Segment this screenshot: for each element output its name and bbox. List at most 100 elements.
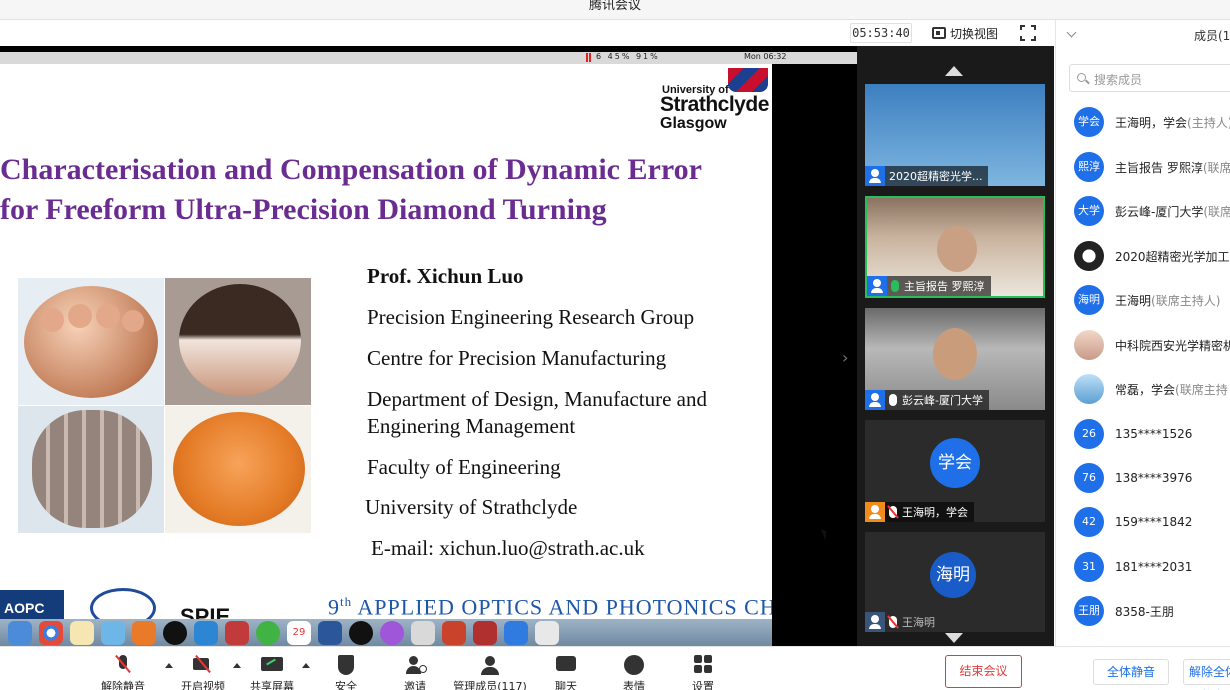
chrome-icon [39, 621, 63, 645]
member-row[interactable]: 王朋 8358-王朋 [1074, 595, 1174, 627]
member-row[interactable]: 中科院西安光学精密机 [1074, 329, 1230, 361]
user-icon [867, 276, 887, 296]
optic-image-mirror [165, 278, 311, 405]
video-tile-label: 2020超精密光学... [865, 166, 989, 186]
shield-icon [335, 655, 357, 675]
video-tile-label: 王海明，学会 [865, 502, 974, 522]
member-role: (联席主持 [1175, 382, 1228, 397]
video-tile-label: 彭云峰-厦门大学 [865, 390, 989, 410]
security-label: 安全 [335, 680, 357, 690]
unmute-all-button[interactable]: 解除全体静音 [1183, 659, 1230, 690]
avatar [1074, 330, 1104, 360]
members-panel-header: 成员(117) [1056, 20, 1230, 50]
mouse-cursor-icon [821, 527, 829, 541]
member-row[interactable]: 常磊，学会 (联席主持 [1074, 373, 1228, 405]
video-tile-active-speaker[interactable]: 主旨报告 罗熙淳 [865, 196, 1045, 298]
end-meeting-button[interactable]: 结束会议 [945, 655, 1022, 688]
security-button[interactable]: 安全 [316, 655, 376, 690]
mute-all-button[interactable]: 全体静音 [1093, 659, 1169, 685]
microphone-icon [889, 394, 897, 406]
unmute-options-caret-icon[interactable] [165, 663, 173, 668]
video-tile[interactable]: 海明 王海明 [865, 532, 1045, 632]
avatar: 42 [1074, 507, 1104, 537]
wechat-icon [256, 621, 280, 645]
user-icon [865, 390, 885, 410]
member-row[interactable]: 大学 彭云峰-厦门大学 (联席 [1074, 195, 1230, 227]
members-panel: 成员(117) 搜索成员 学会 王海明，学会(主持人) 熙淳 主旨报告 罗熙淳(… [1055, 20, 1230, 646]
microphone-icon [891, 280, 899, 292]
search-placeholder: 搜索成员 [1094, 73, 1143, 87]
author-affiliation-3b: Enginering Management [367, 414, 576, 438]
member-row[interactable]: 学会 王海明，学会 (主持人) [1074, 106, 1230, 138]
member-row[interactable]: 熙淳 主旨报告 罗熙淳 (联席 [1074, 151, 1230, 183]
video-tile[interactable]: 学会 王海明，学会 [865, 420, 1045, 522]
author-affiliation-2: Centre for Precision Manufacturing [367, 346, 667, 370]
scroll-down-icon[interactable] [945, 633, 963, 643]
microphone-muted-icon [112, 654, 134, 675]
video-tile-name: 王海明，学会 [902, 506, 968, 519]
chat-icon [555, 655, 577, 675]
share-options-caret-icon[interactable] [302, 663, 310, 668]
participant-face [933, 328, 977, 380]
member-row[interactable]: 26 135****1526 [1074, 418, 1192, 450]
avatar: 学会 [1074, 107, 1104, 137]
fullscreen-icon[interactable] [1020, 25, 1036, 41]
switch-view-button[interactable]: 切换视图 [932, 23, 998, 43]
layout-icon [932, 27, 946, 39]
chevron-right-icon[interactable]: › [842, 348, 848, 367]
window-titlebar: 腾讯会议 [0, 0, 1230, 20]
video-tile-name: 2020超精密光学... [889, 170, 983, 183]
aopc-logo: AOPC [0, 590, 64, 619]
member-row[interactable]: 2020超精密光学加工- [1074, 240, 1230, 272]
share-screen-button[interactable]: 共享屏幕 [242, 655, 302, 690]
app-icon [473, 621, 497, 645]
menubar-clock: Mon 06:32 [744, 52, 787, 61]
member-role: (主持人) [1187, 115, 1230, 130]
optic-image-lens-array [18, 278, 164, 405]
author-affiliation-3a: Department of Design, Manufacture and [367, 387, 707, 411]
invite-button[interactable]: 邀请 [385, 655, 445, 690]
member-row[interactable]: 31 181****2031 [1074, 551, 1192, 583]
video-tile-label: 王海明 [865, 612, 941, 632]
video-options-caret-icon[interactable] [233, 663, 241, 668]
member-row[interactable]: 76 138****3976 [1074, 462, 1192, 494]
member-search-input[interactable]: 搜索成员 [1069, 64, 1230, 92]
mac-dock: 29 [0, 619, 772, 646]
member-role: (联席主持人) [1151, 293, 1221, 308]
avatar [1074, 374, 1104, 404]
unmute-button[interactable]: 解除静音 [93, 654, 153, 690]
member-role: (联席 [1202, 160, 1230, 175]
video-tile[interactable]: 2020超精密光学... [865, 84, 1045, 186]
reactions-button[interactable]: 表情 [604, 655, 664, 690]
calendar-icon: 29 [287, 621, 311, 645]
avatar: 海明 [930, 552, 976, 598]
start-video-button[interactable]: 开启视频 [173, 654, 233, 690]
manage-members-button[interactable]: 管理成员(117) [450, 655, 530, 690]
avatar: 26 [1074, 419, 1104, 449]
reactions-label: 表情 [623, 680, 645, 690]
video-strip: 2020超精密光学... 主旨报告 罗熙淳 彭云峰-厦门大学 学会 王海明，学会… [857, 46, 1054, 646]
member-row[interactable]: 42 159****1842 [1074, 506, 1192, 538]
member-name: 8358-王朋 [1115, 604, 1174, 619]
presentation-slide: University of Strathclyde Glasgow Charac… [0, 64, 772, 619]
video-tile[interactable]: 彭云峰-厦门大学 [865, 308, 1045, 410]
avatar [1074, 241, 1104, 271]
member-name: 159****1842 [1115, 515, 1193, 529]
author-name: Prof. Xichun Luo [367, 264, 524, 288]
switch-view-label: 切换视图 [950, 26, 999, 41]
video-tile-name: 彭云峰-厦门大学 [902, 394, 983, 407]
scroll-up-icon[interactable] [945, 66, 963, 76]
collapse-chevron-icon[interactable] [1066, 27, 1077, 38]
microphone-muted-icon [889, 616, 897, 628]
slide-title-line2: for Freeform Ultra-Precision Diamond Tur… [0, 193, 607, 226]
camera-off-icon [192, 654, 214, 675]
member-row[interactable]: 海明 王海明 (联席主持人) [1074, 284, 1220, 316]
author-affiliation-5: University of Strathclyde [365, 495, 578, 519]
university-logo: University of Strathclyde Glasgow [660, 66, 772, 136]
tencent-meeting-icon [504, 621, 528, 645]
optic-image-freeform [18, 406, 164, 533]
avatar: 大学 [1074, 196, 1104, 226]
settings-button[interactable]: 设置 [673, 655, 733, 690]
member-name: 常磊，学会 [1115, 382, 1176, 397]
chat-button[interactable]: 聊天 [536, 655, 596, 690]
